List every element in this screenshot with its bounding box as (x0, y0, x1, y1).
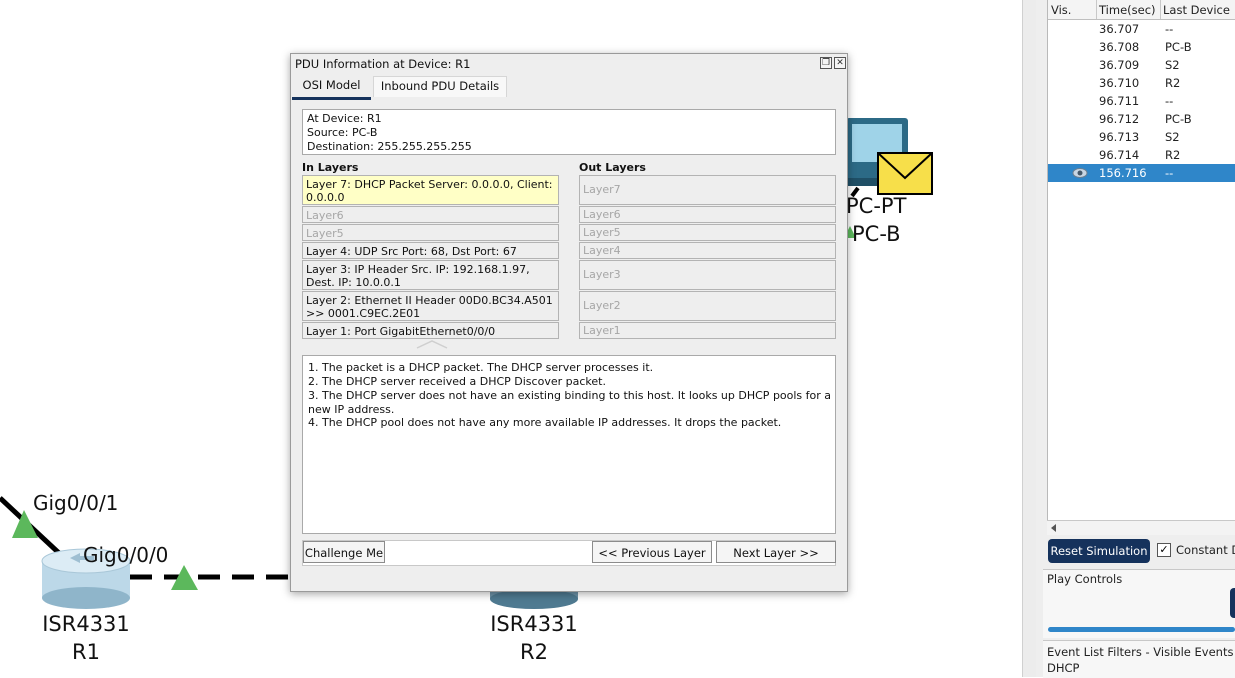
event-list-table[interactable]: Vis. Time(sec) Last Device 36.707 -- 36.… (1047, 0, 1235, 520)
out-layer-1[interactable]: Layer1 (579, 322, 836, 339)
close-icon[interactable]: ✕ (834, 57, 846, 69)
dialog-title: PDU Information at Device: R1 (295, 57, 471, 71)
device-model-r2: ISR4331 (490, 612, 578, 636)
event-time: 36.707 (1099, 22, 1140, 36)
event-row[interactable]: 36.708 PC-B (1048, 38, 1235, 56)
event-last-device: -- (1165, 94, 1174, 108)
challenge-me-button[interactable]: Challenge Me (303, 541, 385, 563)
event-time: 96.713 (1099, 130, 1140, 144)
scroll-left-icon[interactable] (1050, 524, 1058, 532)
event-last-device: PC-B (1165, 40, 1192, 54)
device-model-r1: ISR4331 (42, 612, 130, 636)
out-layer-6[interactable]: Layer6 (579, 206, 836, 223)
tab-osi-model[interactable]: OSI Model (292, 76, 371, 100)
previous-layer-button[interactable]: << Previous Layer (592, 541, 712, 563)
in-layer-4[interactable]: Layer 4: UDP Src Port: 68, Dst Port: 67 (302, 242, 559, 259)
event-row[interactable]: 96.714 R2 (1048, 146, 1235, 164)
column-time[interactable]: Time(sec) (1099, 3, 1156, 17)
device-model-pcb: PC-PT (846, 194, 907, 218)
event-last-device: -- (1165, 166, 1174, 180)
explanation-line: 4. The DHCP pool does not have any more … (308, 416, 782, 429)
event-list-scrollbar[interactable] (1047, 520, 1235, 535)
event-time: 36.708 (1099, 40, 1140, 54)
constant-delay-label: Constant D (1176, 543, 1235, 557)
device-name-r2: R2 (520, 640, 548, 664)
out-layer-4[interactable]: Layer4 (579, 242, 836, 259)
in-layer-2[interactable]: Layer 2: Ethernet II Header 00D0.BC34.A5… (302, 291, 559, 321)
event-last-device: PC-B (1165, 112, 1192, 126)
tab-inbound-pdu-details[interactable]: Inbound PDU Details (373, 76, 507, 97)
chevron-up-icon (416, 340, 448, 349)
source-text: Source: PC-B (307, 126, 378, 139)
play-speed-slider[interactable] (1048, 627, 1235, 632)
pdu-info-box: At Device: R1 Source: PC-B Destination: … (302, 109, 836, 155)
event-row[interactable]: 96.711 -- (1048, 92, 1235, 110)
play-controls-label: Play Controls (1047, 572, 1123, 586)
event-list-header: Vis. Time(sec) Last Device (1048, 0, 1235, 20)
in-layers-heading: In Layers (302, 161, 359, 174)
out-layers-heading: Out Layers (579, 161, 646, 174)
port-label-gig000: Gig0/0/0 (83, 543, 169, 567)
in-layer-3[interactable]: Layer 3: IP Header Src. IP: 192.168.1.97… (302, 260, 559, 290)
event-row[interactable]: 36.707 -- (1048, 20, 1235, 38)
event-row-selected[interactable]: 156.716 -- (1048, 164, 1235, 182)
play-button[interactable] (1230, 588, 1235, 618)
event-time: 156.716 (1099, 166, 1147, 180)
constant-delay-checkbox[interactable]: ✓ (1157, 543, 1171, 557)
explanation-line: 2. The DHCP server received a DHCP Disco… (308, 375, 606, 388)
in-layer-5[interactable]: Layer5 (302, 224, 559, 241)
explanation-box: 1. The packet is a DHCP packet. The DHCP… (302, 355, 836, 534)
event-row[interactable]: 96.713 S2 (1048, 128, 1235, 146)
restore-icon[interactable]: ❐ (820, 57, 832, 69)
pdu-envelope-icon[interactable] (877, 152, 933, 195)
event-time: 96.712 (1099, 112, 1140, 126)
at-device-text: At Device: R1 (307, 112, 382, 125)
event-time: 36.710 (1099, 76, 1140, 90)
device-name-pcb: PC-B (852, 222, 901, 246)
event-last-device: S2 (1165, 130, 1180, 144)
event-row[interactable]: 36.710 R2 (1048, 74, 1235, 92)
in-layer-1[interactable]: Layer 1: Port GigabitEthernet0/0/0 (302, 322, 559, 339)
column-last-device[interactable]: Last Device (1163, 3, 1230, 17)
event-filters-value: DHCP (1047, 661, 1080, 675)
event-row[interactable]: 96.712 PC-B (1048, 110, 1235, 128)
explanation-line: 3. The DHCP server does not have an exis… (308, 389, 832, 416)
port-label-gig001: Gig0/0/1 (33, 491, 119, 515)
out-layer-5[interactable]: Layer5 (579, 224, 836, 241)
event-last-device: S2 (1165, 58, 1180, 72)
device-name-r1: R1 (72, 640, 100, 664)
event-row[interactable]: 36.709 S2 (1048, 56, 1235, 74)
column-vis[interactable]: Vis. (1051, 3, 1071, 17)
destination-text: Destination: 255.255.255.255 (307, 140, 472, 153)
event-last-device: R2 (1165, 76, 1181, 90)
event-time: 96.714 (1099, 148, 1140, 162)
event-time: 96.711 (1099, 94, 1140, 108)
event-filters-label: Event List Filters - Visible Events (1047, 645, 1234, 659)
next-layer-button[interactable]: Next Layer >> (716, 541, 836, 563)
panel-splitter[interactable] (1022, 0, 1037, 677)
event-last-device: -- (1165, 22, 1174, 36)
eye-icon[interactable] (1072, 167, 1088, 179)
pdu-info-dialog[interactable]: PDU Information at Device: R1 ❐ ✕ OSI Mo… (290, 53, 848, 592)
reset-simulation-button[interactable]: Reset Simulation (1048, 539, 1150, 563)
in-layer-7[interactable]: Layer 7: DHCP Packet Server: 0.0.0.0, Cl… (302, 175, 559, 205)
out-layer-2[interactable]: Layer2 (579, 291, 836, 321)
in-layer-6[interactable]: Layer6 (302, 206, 559, 223)
event-time: 36.709 (1099, 58, 1140, 72)
out-layer-7[interactable]: Layer7 (579, 175, 836, 205)
explanation-line: 1. The packet is a DHCP packet. The DHCP… (308, 361, 654, 374)
event-last-device: R2 (1165, 148, 1181, 162)
out-layer-3[interactable]: Layer3 (579, 260, 836, 290)
